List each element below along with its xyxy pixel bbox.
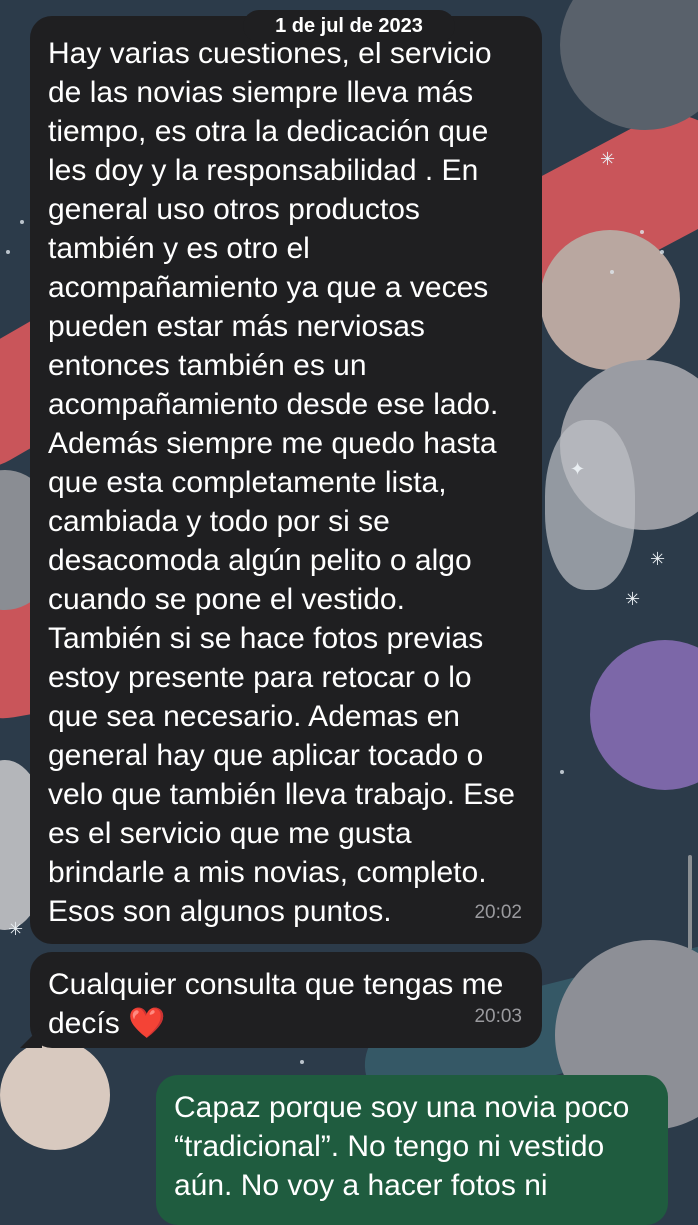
message-timestamp: 20:02 bbox=[474, 902, 522, 923]
wallpaper-star: ✳ bbox=[8, 919, 24, 939]
message-bubble-incoming[interactable]: Cualquier consulta que tengas me decís ❤… bbox=[20, 952, 542, 1048]
wallpaper-star: ✳ bbox=[600, 149, 616, 169]
message-bubble-incoming[interactable]: Hay varias cuestiones, el servicio de la… bbox=[30, 16, 542, 944]
wallpaper-star: ✦ bbox=[570, 459, 586, 479]
wallpaper-dot bbox=[6, 250, 10, 254]
wallpaper-dot bbox=[300, 1060, 304, 1064]
wallpaper-dot bbox=[660, 250, 664, 254]
wallpaper-planet bbox=[545, 420, 635, 590]
wallpaper-star: ✳ bbox=[650, 549, 666, 569]
wallpaper-planet bbox=[560, 0, 698, 130]
date-separator: 1 de jul de 2023 bbox=[243, 10, 455, 42]
wallpaper-star: ✳ bbox=[625, 589, 641, 609]
message-text: Hay varias cuestiones, el servicio de la… bbox=[48, 37, 515, 928]
message-timestamp: 20:03 bbox=[474, 1006, 522, 1027]
message-text: Cualquier consulta que tengas me decís ❤… bbox=[48, 968, 504, 1040]
wallpaper-planet bbox=[540, 230, 680, 370]
wallpaper-planet bbox=[0, 1040, 110, 1150]
wallpaper-dot bbox=[610, 270, 614, 274]
wallpaper-dot bbox=[20, 220, 24, 224]
wallpaper-planet bbox=[590, 640, 698, 790]
message-bubble-outgoing[interactable]: Capaz porque soy una novia poco “tradici… bbox=[156, 1075, 668, 1225]
scroll-indicator[interactable] bbox=[688, 855, 692, 950]
wallpaper-dot bbox=[640, 230, 644, 234]
wallpaper-dot bbox=[560, 770, 564, 774]
message-text: Capaz porque soy una novia poco “tradici… bbox=[174, 1091, 630, 1202]
